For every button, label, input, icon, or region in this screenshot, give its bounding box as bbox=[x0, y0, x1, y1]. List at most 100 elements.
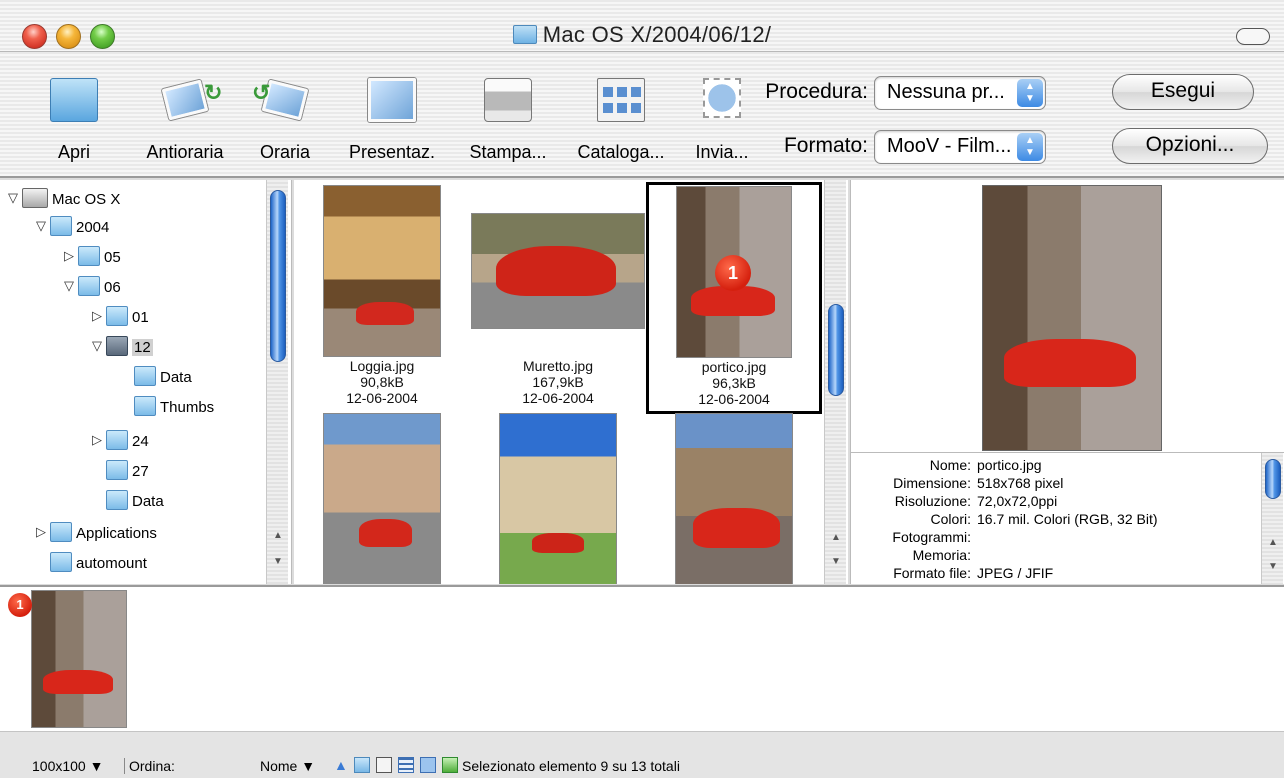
disclosure-closed-icon[interactable]: ▷ bbox=[92, 308, 106, 324]
procedure-select-value: Nessuna pr... bbox=[887, 81, 1005, 103]
tree-item-label: 01 bbox=[132, 309, 149, 326]
execute-button[interactable]: Esegui bbox=[1112, 74, 1254, 110]
grid-scrollbar-thumb[interactable] bbox=[828, 304, 844, 396]
send-stamp-icon bbox=[703, 78, 741, 118]
tree-item-label: 06 bbox=[104, 279, 121, 296]
preview-view-icon[interactable] bbox=[420, 757, 436, 773]
tree-item[interactable]: ▷ 05 bbox=[64, 246, 121, 274]
toolbar-toggle-button[interactable] bbox=[1236, 28, 1270, 45]
tree-item[interactable]: ▽ Mac OS X bbox=[8, 188, 120, 216]
procedure-label: Procedura: bbox=[765, 80, 868, 103]
folder-icon bbox=[106, 306, 128, 326]
tree-item-label: 12 bbox=[132, 339, 153, 356]
thumbnail-item[interactable] bbox=[646, 414, 822, 584]
thumbnail-grid: Loggia.jpg 90,8kB 12-06-2004 Muretto.jpg… bbox=[294, 180, 848, 584]
tree-item-label: 05 bbox=[104, 249, 121, 266]
tree-item[interactable]: ▷ 24 bbox=[92, 430, 149, 458]
tree-item[interactable]: ▽ 2004 bbox=[36, 216, 109, 244]
scroll-down-arrow-icon[interactable]: ▼ bbox=[267, 552, 289, 572]
tray-thumbnail[interactable] bbox=[32, 591, 126, 727]
chevron-down-icon: ▼ bbox=[89, 758, 104, 774]
list-view-icon[interactable] bbox=[398, 757, 414, 773]
folder-icon bbox=[50, 78, 98, 122]
print-button[interactable]: Stampa... bbox=[454, 56, 562, 172]
info-row: Formato file: JPEG / JFIF bbox=[851, 565, 1261, 583]
slideshow-button[interactable]: Presentaz. bbox=[330, 56, 454, 172]
tree-item[interactable]: ▷ 01 bbox=[92, 306, 149, 334]
disclosure-open-icon[interactable]: ▽ bbox=[36, 218, 50, 234]
info-key: Memoria: bbox=[912, 547, 971, 563]
open-button[interactable]: Apri bbox=[24, 56, 124, 172]
tree-item-selected[interactable]: ▽ 12 bbox=[92, 336, 153, 364]
rotate-right-button-label: Oraria bbox=[259, 142, 310, 162]
tree-item-label: Data bbox=[132, 493, 164, 510]
folder-icon[interactable] bbox=[354, 757, 370, 773]
slideshow-button-label: Presentaz. bbox=[348, 142, 436, 162]
thumbnail-item[interactable] bbox=[470, 414, 646, 584]
tree-item-label: Applications bbox=[76, 525, 157, 542]
folder-icon bbox=[78, 246, 100, 266]
tree-item[interactable]: ▽ 06 bbox=[64, 276, 121, 304]
scroll-down-arrow-icon[interactable]: ▼ bbox=[825, 552, 847, 572]
disclosure-closed-icon[interactable]: ▷ bbox=[36, 524, 50, 540]
scroll-up-arrow-icon[interactable]: ▲ bbox=[825, 528, 847, 548]
tree-item[interactable]: Thumbs bbox=[134, 396, 214, 424]
thumbnail-caption: portico.jpg 96,3kB 12-06-2004 bbox=[649, 359, 819, 407]
scroll-down-arrow-icon[interactable]: ▼ bbox=[1262, 557, 1284, 577]
tree-item[interactable]: automount bbox=[50, 552, 147, 580]
scroll-up-arrow-icon[interactable]: ▲ bbox=[267, 526, 289, 546]
info-value: portico.jpg bbox=[977, 457, 1042, 473]
arrow-icon: ↺ bbox=[252, 80, 271, 105]
folder-icon bbox=[78, 276, 100, 296]
sort-field-value: Nome bbox=[260, 758, 298, 774]
tree-item[interactable]: ▷ Applications bbox=[36, 522, 157, 550]
thumbnail-item-selected[interactable]: 1 portico.jpg 96,3kB 12-06-2004 bbox=[646, 182, 822, 414]
info-key: Risoluzione: bbox=[894, 493, 971, 509]
scroll-up-arrow-icon[interactable]: ▲ bbox=[1262, 533, 1284, 553]
info-row: Risoluzione: 72,0x72,0ppi bbox=[851, 493, 1261, 511]
title-bar: Mac OS X/2004/06/12/ bbox=[0, 0, 1284, 52]
info-row: Dimensione: 518x768 pixel bbox=[851, 475, 1261, 493]
thumbnail-size-select[interactable]: 100x100 ▼ bbox=[32, 758, 103, 774]
sort-ascending-icon[interactable]: ▲ bbox=[334, 757, 350, 773]
thumbnail-image bbox=[324, 414, 440, 584]
import-icon[interactable] bbox=[442, 757, 458, 773]
thumbnail-date: 12-06-2004 bbox=[522, 390, 594, 406]
thumbnail-caption: Loggia.jpg 90,8kB 12-06-2004 bbox=[294, 358, 470, 406]
grid-scrollbar[interactable]: ▲ ▼ bbox=[824, 180, 846, 584]
info-row: Nome: portico.jpg bbox=[851, 457, 1261, 475]
thumbnail-item[interactable] bbox=[294, 414, 470, 584]
info-scrollbar-thumb[interactable] bbox=[1265, 459, 1281, 499]
thumbnail-name: Loggia.jpg bbox=[349, 358, 415, 374]
disclosure-open-icon[interactable]: ▽ bbox=[64, 278, 78, 294]
tree-scrollbar-thumb[interactable] bbox=[270, 190, 286, 362]
sort-field-select[interactable]: Nome ▼ bbox=[260, 758, 315, 774]
info-scrollbar[interactable]: ▲ ▼ bbox=[1261, 453, 1283, 584]
folder-icon bbox=[134, 396, 156, 416]
folder-icon bbox=[50, 216, 72, 236]
procedure-select[interactable]: Nessuna pr... ▲ ▼ bbox=[874, 76, 1046, 110]
disclosure-closed-icon[interactable]: ▷ bbox=[92, 432, 106, 448]
lock-icon[interactable] bbox=[376, 757, 392, 773]
format-select[interactable]: MooV - Film... ▲ ▼ bbox=[874, 130, 1046, 164]
options-button[interactable]: Opzioni... bbox=[1112, 128, 1268, 164]
info-row: Memoria: bbox=[851, 547, 1261, 565]
tree-item[interactable]: Data bbox=[134, 366, 192, 394]
tree-item[interactable]: 27 bbox=[106, 460, 149, 488]
disclosure-closed-icon[interactable]: ▷ bbox=[64, 248, 78, 264]
info-value: 518x768 pixel bbox=[977, 475, 1064, 491]
thumbnail-image bbox=[676, 414, 792, 584]
thumbnail-item[interactable]: Loggia.jpg 90,8kB 12-06-2004 bbox=[294, 182, 470, 414]
catalog-button[interactable]: Cataloga... bbox=[562, 56, 680, 172]
window-title: Mac OS X/2004/06/12/ bbox=[542, 22, 772, 47]
info-key: Colori: bbox=[930, 511, 971, 527]
rotate-left-button[interactable]: ↻ Antioraria bbox=[124, 56, 246, 172]
folder-icon bbox=[106, 336, 128, 356]
rotate-right-button[interactable]: ↺ Oraria bbox=[246, 56, 324, 172]
tree-scrollbar[interactable]: ▲ ▼ bbox=[266, 180, 288, 584]
disclosure-open-icon[interactable]: ▽ bbox=[92, 338, 106, 354]
disclosure-open-icon[interactable]: ▽ bbox=[8, 190, 22, 206]
thumbnail-image bbox=[472, 214, 644, 328]
thumbnail-item[interactable]: Muretto.jpg 167,9kB 12-06-2004 bbox=[470, 182, 646, 414]
tree-item[interactable]: Data bbox=[106, 490, 164, 518]
